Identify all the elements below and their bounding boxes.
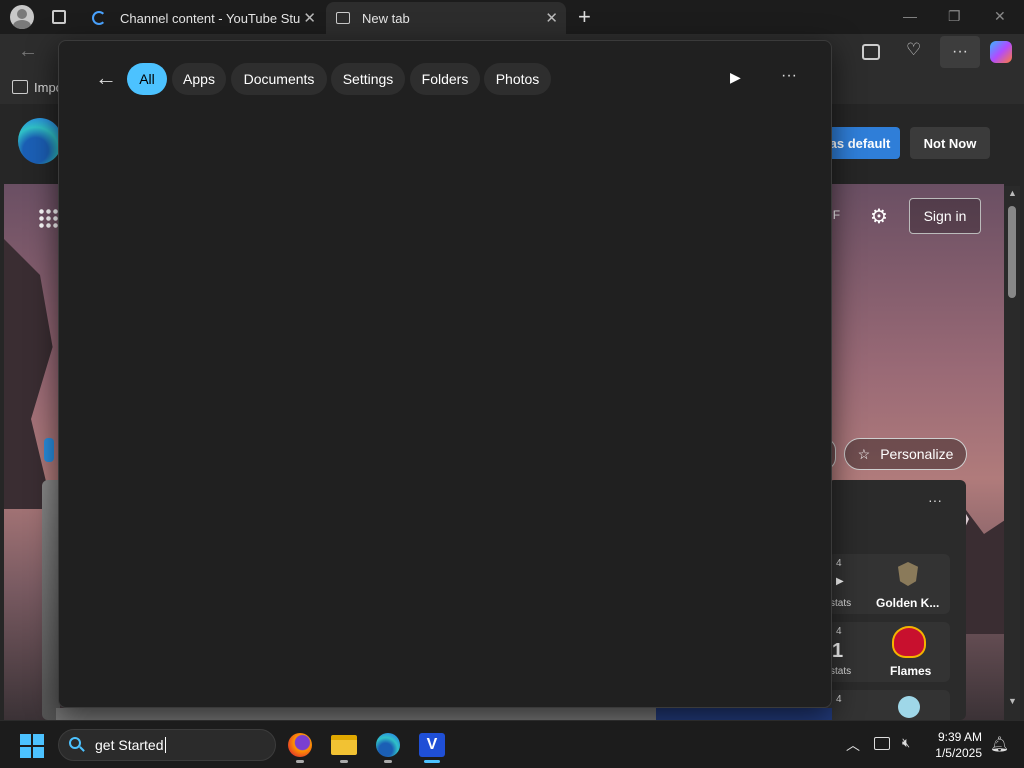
network-icon[interactable] [874, 737, 890, 750]
notification-bell-icon[interactable]: 🔔︎ [990, 735, 1009, 753]
bottom-strip-dark [656, 708, 832, 720]
minimize-icon[interactable]: — [903, 8, 917, 24]
score-row-kraken[interactable]: 4 [828, 690, 950, 720]
profile-avatar[interactable] [10, 5, 34, 29]
close-tab-icon[interactable]: ✕ [303, 9, 316, 27]
settings-gear-icon[interactable]: ⚙ [870, 204, 888, 229]
file-explorer-icon[interactable] [330, 731, 358, 763]
start-button[interactable] [20, 734, 44, 758]
text-cursor [164, 737, 166, 753]
tab-bar: Channel content - YouTube Studio ✕ New t… [0, 0, 1024, 34]
personalize-button[interactable]: ☆ Personalize [844, 438, 967, 470]
mountain-left-silhouette [4, 239, 53, 509]
edge-browser-icon[interactable] [374, 731, 402, 763]
play-icon[interactable]: ▶ [836, 576, 844, 587]
set-as-default-button[interactable]: as default [820, 127, 900, 159]
filter-all[interactable]: All [127, 63, 167, 95]
filter-documents[interactable]: Documents [231, 63, 327, 95]
more-options-button[interactable]: ··· [781, 67, 797, 85]
browser-essentials-icon[interactable]: ♡ [906, 40, 921, 60]
apps-grid-icon[interactable] [38, 208, 58, 228]
scroll-up-arrow-icon[interactable]: ▲ [1008, 188, 1017, 198]
period-label: 4 [836, 626, 842, 637]
tab-actions-icon[interactable] [52, 10, 66, 24]
search-flyout: ← All Apps Documents Settings Folders Ph… [58, 40, 832, 708]
card-more-button[interactable]: ··· [928, 492, 942, 508]
back-arrow-icon[interactable]: ← [18, 40, 38, 63]
filter-photos[interactable]: Photos [484, 63, 551, 95]
search-icon [69, 737, 85, 753]
team-name: Golden K... [876, 596, 940, 610]
bottom-strip [56, 708, 656, 720]
scroll-thumb[interactable] [1008, 206, 1016, 298]
new-tab-page-icon [336, 12, 350, 24]
personalize-label: Personalize [880, 446, 954, 462]
v-app-icon[interactable]: V [418, 731, 446, 763]
search-text: get Started [95, 737, 164, 753]
collections-icon[interactable] [862, 44, 880, 60]
show-hidden-icons-chevron-icon[interactable]: ︿ [846, 735, 860, 755]
copilot-icon[interactable] [990, 41, 1012, 63]
taskbar-search-input[interactable]: get Started [58, 729, 276, 761]
close-tab-icon[interactable]: ✕ [545, 9, 558, 27]
tab-title: New tab [362, 10, 410, 26]
period-label: 4 [836, 694, 842, 705]
flames-logo-icon [892, 626, 926, 658]
tab-title: Channel content - YouTube Studio [120, 10, 300, 26]
taskbar: get Started V ︿ 🔇︎ 9:39 AM 1/5/2025 🔔︎ [0, 720, 1024, 768]
score-row-golden-knights[interactable]: 4 ▶ stats Golden K... [828, 554, 950, 614]
filter-settings[interactable]: Settings [331, 63, 405, 95]
edge-logo-icon [18, 118, 62, 164]
sparkle-icon: ☆ [857, 445, 871, 462]
tab-youtube-studio[interactable]: Channel content - YouTube Studio ✕ [84, 2, 324, 34]
back-arrow-icon[interactable]: ← [95, 65, 117, 91]
scroll-down-arrow-icon[interactable]: ▼ [1008, 696, 1017, 706]
loading-spinner-icon [92, 11, 106, 25]
stats-link[interactable]: stats [830, 598, 851, 609]
feed-logo-icon [44, 438, 54, 462]
kraken-logo-icon [898, 696, 920, 718]
clock-date[interactable]: 1/5/2025 [928, 746, 982, 760]
score-value: 1 [832, 640, 844, 662]
tab-new-tab[interactable]: New tab ✕ [326, 2, 566, 34]
close-window-icon[interactable]: ✕ [994, 8, 1006, 25]
new-tab-button[interactable]: + [578, 4, 591, 30]
page-scrollbar[interactable]: ▲ ▼ [1004, 186, 1020, 720]
maximize-icon[interactable]: ❐ [948, 8, 961, 25]
clock-time[interactable]: 9:39 AM [934, 730, 982, 744]
golden-knights-logo-icon [898, 562, 918, 586]
play-icon[interactable]: ▶ [730, 69, 741, 86]
filter-apps[interactable]: Apps [172, 63, 226, 95]
firefox-icon[interactable] [286, 731, 314, 763]
stats-link[interactable]: stats [830, 666, 851, 677]
sports-card: ··· 4 ▶ stats Golden K... 4 1 stats Flam… [828, 480, 966, 720]
score-row-flames[interactable]: 4 1 stats Flames [828, 622, 950, 682]
filter-folders[interactable]: Folders [410, 63, 480, 95]
sign-in-button[interactable]: Sign in [909, 198, 981, 234]
team-name: Flames [890, 664, 932, 678]
period-label: 4 [836, 558, 842, 569]
settings-more-button[interactable]: ··· [940, 36, 980, 68]
volume-muted-icon[interactable]: 🔇︎ [902, 735, 910, 751]
not-now-button[interactable]: Not Now [910, 127, 990, 159]
import-favorites-icon[interactable] [12, 80, 28, 94]
